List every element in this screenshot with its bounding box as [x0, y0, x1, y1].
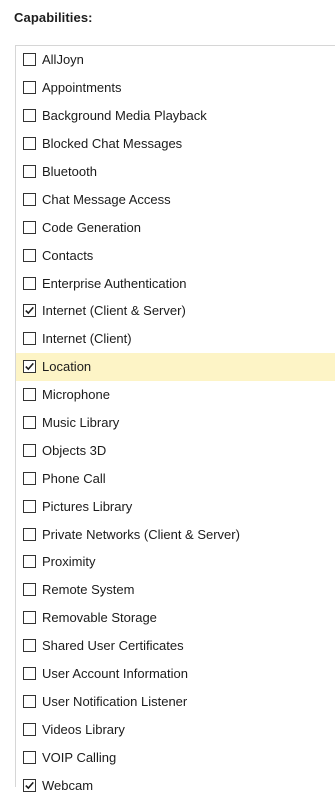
capability-label: Removable Storage — [42, 610, 157, 626]
capability-item-bluetooth[interactable]: Bluetooth — [16, 158, 335, 186]
capability-checkbox[interactable] — [23, 276, 36, 290]
capability-item-objects-3d[interactable]: Objects 3D — [16, 436, 335, 464]
capability-checkbox[interactable] — [23, 109, 36, 123]
capability-item-internet-client[interactable]: Internet (Client) — [16, 325, 335, 353]
capability-checkbox[interactable] — [23, 778, 36, 792]
capability-checkbox[interactable] — [23, 332, 36, 346]
capability-item-voip-calling[interactable]: VOIP Calling — [16, 743, 335, 771]
capability-label: Webcam — [42, 777, 94, 793]
capability-checkbox[interactable] — [23, 220, 36, 234]
capability-label: User Notification Listener — [42, 693, 188, 709]
capability-item-user-account-information[interactable]: User Account Information — [16, 660, 335, 688]
capability-item-alljoyn[interactable]: AllJoyn — [16, 46, 335, 74]
capability-item-removable-storage[interactable]: Removable Storage — [16, 604, 335, 632]
capability-checkbox[interactable] — [23, 53, 36, 67]
capability-checkbox[interactable] — [23, 471, 36, 485]
capability-label: Phone Call — [42, 470, 106, 486]
capability-item-internet-client-server[interactable]: Internet (Client & Server) — [16, 297, 335, 325]
capability-label: Location — [42, 359, 92, 375]
capability-label: Music Library — [42, 415, 120, 431]
capability-label: Contacts — [42, 247, 94, 263]
capability-checkbox[interactable] — [23, 611, 36, 625]
capability-checkbox[interactable] — [23, 499, 36, 513]
capability-checkbox[interactable] — [23, 248, 36, 262]
capability-checkbox[interactable] — [23, 192, 36, 206]
capability-checkbox[interactable] — [23, 639, 36, 653]
checkmark-icon — [25, 781, 34, 789]
capability-checkbox[interactable] — [23, 443, 36, 457]
capability-label: Code Generation — [42, 219, 142, 235]
checkmark-icon — [25, 307, 34, 315]
capability-checkbox[interactable] — [23, 667, 36, 681]
capability-label: Blocked Chat Messages — [42, 136, 183, 152]
capability-label: AllJoyn — [42, 52, 84, 68]
capability-checkbox[interactable] — [23, 360, 36, 374]
capability-item-phone-call[interactable]: Phone Call — [16, 464, 335, 492]
capability-item-location[interactable]: Location — [16, 352, 335, 381]
capability-label: Microphone — [42, 387, 110, 403]
capability-label: Internet (Client & Server) — [42, 303, 186, 319]
capability-label: Videos Library — [42, 721, 125, 737]
capability-checkbox[interactable] — [23, 165, 36, 178]
capability-checkbox[interactable] — [23, 304, 36, 318]
capability-item-proximity[interactable]: Proximity — [16, 548, 335, 576]
capability-item-shared-user-certificates[interactable]: Shared User Certificates — [16, 632, 335, 660]
capability-item-contacts[interactable]: Contacts — [16, 241, 335, 269]
capability-checkbox[interactable] — [23, 750, 36, 764]
capability-checkbox[interactable] — [23, 722, 36, 736]
capability-label: Private Networks (Client & Server) — [42, 526, 240, 542]
capability-label: Chat Message Access — [42, 191, 171, 207]
capability-label: Remote System — [42, 582, 135, 598]
capability-item-code-generation[interactable]: Code Generation — [16, 213, 335, 241]
capability-item-music-library[interactable]: Music Library — [16, 409, 335, 437]
capability-item-webcam[interactable]: Webcam — [16, 771, 335, 799]
capability-label: Enterprise Authentication — [42, 275, 187, 291]
capability-label: Proximity — [42, 554, 96, 570]
capability-item-background-media-playback[interactable]: Background Media Playback — [16, 102, 335, 130]
capabilities-list[interactable]: AllJoyn Appointments Background Media Play… — [15, 45, 335, 793]
capability-checkbox[interactable] — [23, 694, 36, 708]
capability-checkbox[interactable] — [23, 583, 36, 597]
capability-item-enterprise-authentication[interactable]: Enterprise Authentication — [16, 269, 335, 297]
capability-item-pictures-library[interactable]: Pictures Library — [16, 492, 335, 520]
capability-item-blocked-chat-messages[interactable]: Blocked Chat Messages — [16, 130, 335, 158]
capability-checkbox[interactable] — [23, 527, 36, 541]
capability-item-videos-library[interactable]: Videos Library — [16, 715, 335, 743]
capability-checkbox[interactable] — [23, 388, 36, 402]
capability-label: VOIP Calling — [42, 749, 117, 765]
capability-checkbox[interactable] — [23, 555, 36, 569]
capabilities-panel: Capabilities: AllJoyn Appointments Backgro… — [0, 0, 335, 793]
capability-label: Pictures Library — [42, 498, 133, 514]
capability-checkbox[interactable] — [23, 137, 36, 151]
capability-item-user-notification-listener[interactable]: User Notification Listener — [16, 687, 335, 715]
checkmark-icon — [25, 363, 34, 371]
capability-label: Shared User Certificates — [42, 638, 184, 654]
capability-label: User Account Information — [42, 666, 188, 682]
capability-item-private-networks-client-server[interactable]: Private Networks (Client & Server) — [16, 520, 335, 548]
capability-label: Bluetooth — [42, 164, 97, 179]
capability-item-chat-message-access[interactable]: Chat Message Access — [16, 185, 335, 213]
capabilities-header: Capabilities: — [14, 10, 93, 25]
capability-label: Internet (Client) — [42, 331, 132, 347]
capability-label: Background Media Playback — [42, 108, 207, 124]
capability-item-appointments[interactable]: Appointments — [16, 74, 335, 102]
capability-label: Appointments — [42, 80, 122, 96]
capability-checkbox[interactable] — [23, 81, 36, 95]
capability-checkbox[interactable] — [23, 416, 36, 430]
capability-label: Objects 3D — [42, 442, 107, 458]
capability-item-microphone[interactable]: Microphone — [16, 381, 335, 409]
capability-item-remote-system[interactable]: Remote System — [16, 576, 335, 604]
